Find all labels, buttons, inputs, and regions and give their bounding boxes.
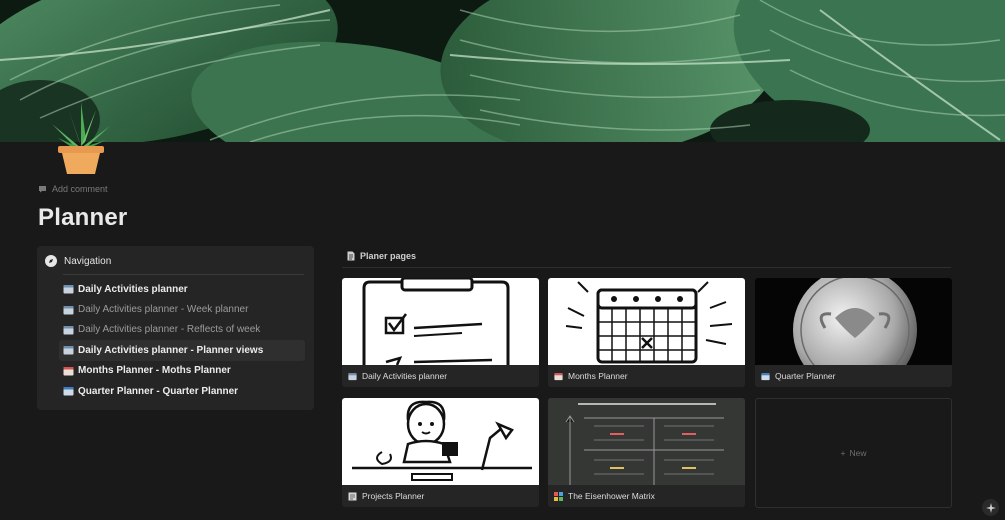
navigation-callout: Navigation Daily Activities planner Dail… [37,246,314,410]
new-page-button[interactable]: + New [755,398,952,508]
nav-link-daily-activities[interactable]: Daily Activities planner [59,279,305,299]
add-comment-button[interactable]: Add comment [38,184,108,194]
gallery-card-daily-activities[interactable]: Daily Activities planner [342,278,539,387]
card-caption: Months Planner [554,371,628,381]
nav-link-label: Daily Activities planner - Reflects of w… [78,324,261,336]
compass-icon [45,255,57,267]
card-caption: The Eisenhower Matrix [554,491,655,501]
gallery-card-eisenhower-matrix[interactable]: The Eisenhower Matrix [548,398,745,507]
checklist-sketch-image [342,278,539,365]
card-title: The Eisenhower Matrix [568,491,655,501]
nav-link-label: Months Planner - Moths Planner [78,365,231,377]
desk-person-sketch-image [342,398,539,485]
plus-icon: + [840,448,846,458]
navigation-list: Daily Activities planner Daily Activitie… [59,279,305,401]
divider [342,267,951,268]
nav-link-planner-views[interactable]: Daily Activities planner - Planner views [59,340,305,361]
card-title: Projects Planner [362,491,425,501]
calendar-icon [63,285,74,294]
calendar-icon [348,372,357,380]
nav-link-quarter-planner[interactable]: Quarter Planner - Quarter Planner [59,381,305,401]
calendar-red-icon [63,366,74,376]
card-caption: Quarter Planner [761,371,835,381]
document-icon [348,492,357,500]
calendar-icon [63,346,74,355]
navigation-heading-label: Navigation [64,255,112,267]
calendar-blue-icon [761,372,770,380]
cover-image[interactable] [0,0,1005,142]
card-title: Months Planner [568,371,628,381]
nav-link-reflects-of-week[interactable]: Daily Activities planner - Reflects of w… [59,320,305,340]
nav-link-label: Daily Activities planner [78,283,188,295]
quarter-coin-image [755,278,952,365]
gallery-heading-label: Planer pages [360,251,417,261]
notion-page: Add comment Planner Navigation Daily Act… [0,0,1005,520]
gallery-card-projects-planner[interactable]: Projects Planner [342,398,539,507]
potted-plant-icon[interactable] [48,98,114,176]
calendar-blue-icon [63,387,74,396]
eisenhower-matrix-chalkboard-image [548,398,745,485]
grid-four-colors-icon [554,491,563,501]
calendar-sketch-image [548,278,745,365]
gallery-card-quarter-planner[interactable]: Quarter Planner [755,278,952,387]
gallery-view-tab[interactable]: Planer pages [347,251,416,261]
new-page-label: New [849,448,867,458]
comment-icon [39,186,46,193]
card-title: Daily Activities planner [362,371,448,381]
card-caption: Projects Planner [348,491,424,501]
calendar-icon [63,325,74,335]
calendar-icon [63,305,74,315]
nav-link-week-planner[interactable]: Daily Activities planner - Week planner [59,299,305,319]
document-icon [347,251,355,261]
navigation-heading: Navigation [45,255,111,267]
nav-link-label: Quarter Planner - Quarter Planner [78,385,239,397]
nav-link-label: Daily Activities planner - Planner views [78,344,264,356]
sparkle-icon[interactable] [982,499,999,516]
page-title[interactable]: Planner [38,204,127,232]
nav-link-label: Daily Activities planner - Week planner [78,304,249,316]
gallery-card-months-planner[interactable]: Months Planner [548,278,745,387]
divider [63,274,304,275]
calendar-red-icon [554,372,563,380]
add-comment-label: Add comment [52,184,108,194]
card-caption: Daily Activities planner [348,371,447,381]
card-title: Quarter Planner [775,371,836,381]
nav-link-months-planner[interactable]: Months Planner - Moths Planner [59,361,305,381]
